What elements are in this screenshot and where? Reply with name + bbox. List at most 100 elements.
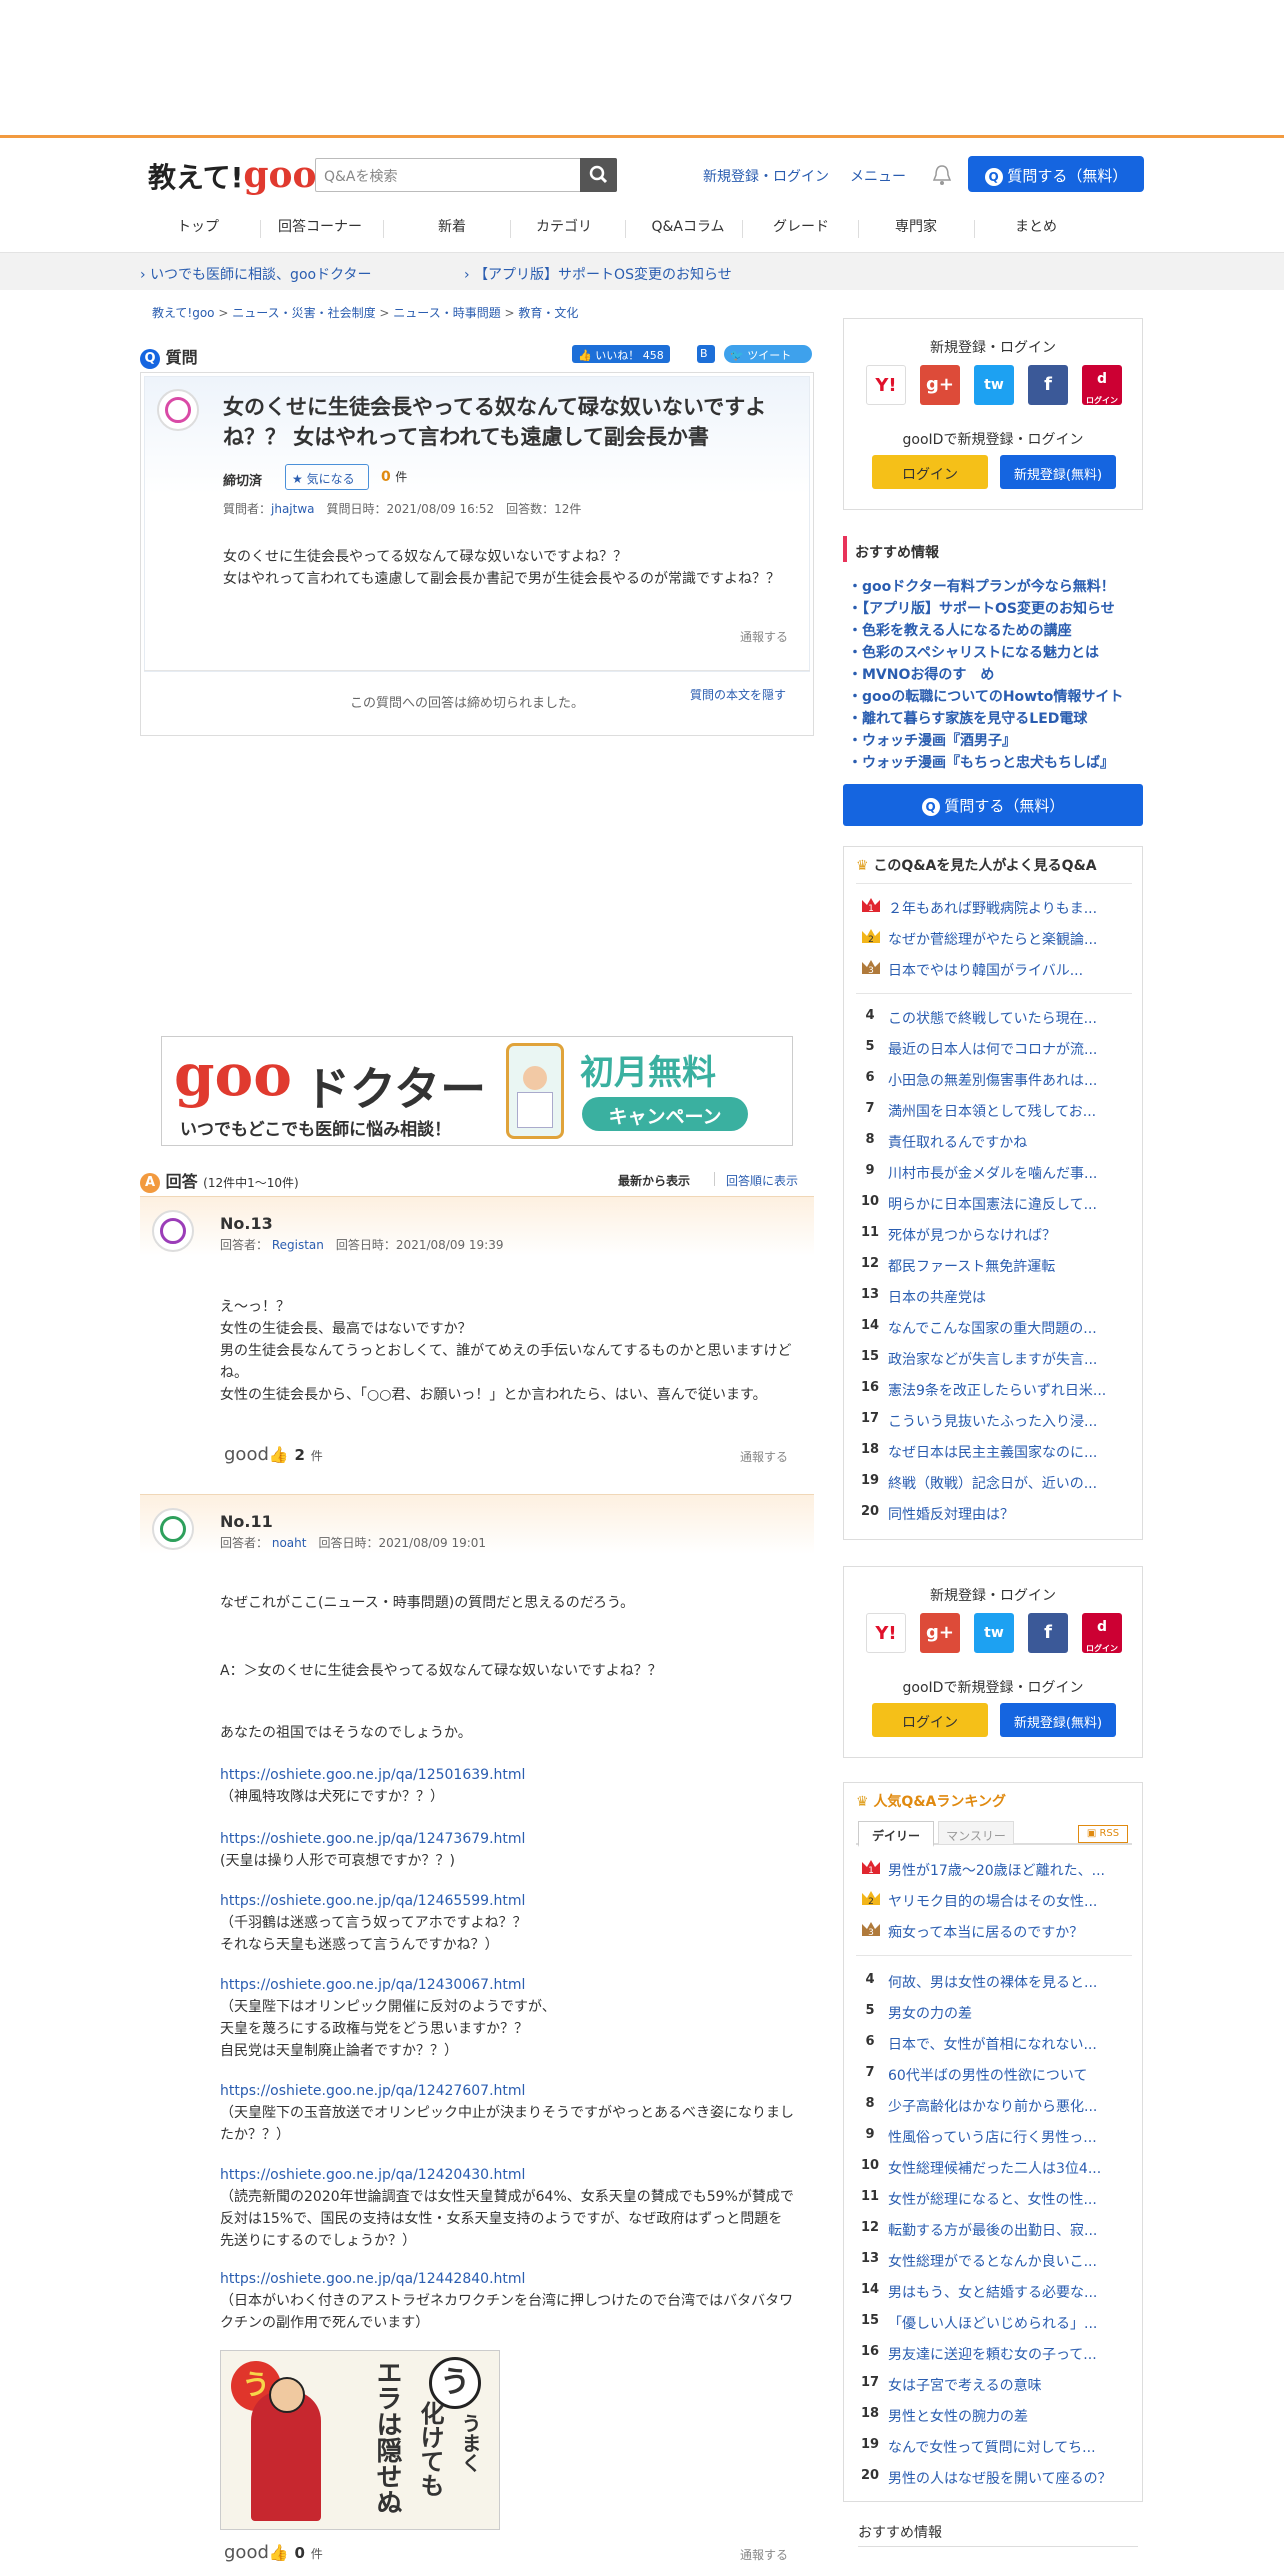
yahoo-login-icon[interactable]: Y! (866, 1613, 906, 1653)
ask-label: 質問する（無料） (1007, 167, 1128, 185)
avatar[interactable] (152, 1508, 194, 1550)
breadcrumb-item[interactable]: ニュース・災害・社会制度 (232, 306, 375, 320)
search-icon (589, 165, 608, 184)
google-plus-login-icon[interactable]: g+ (920, 1613, 960, 1653)
nav-item-new[interactable]: 新着 (394, 216, 510, 236)
answerer-link[interactable]: noaht (272, 1536, 307, 1550)
twitter-login-icon[interactable]: tw (974, 1613, 1014, 1653)
breadcrumb-item[interactable]: 教えて!goo (152, 306, 215, 320)
report-link[interactable]: 通報する (740, 1448, 788, 1465)
smile-face-icon (160, 1218, 186, 1244)
recommend-item[interactable]: ・色彩を教える人になるための講座 (848, 620, 1072, 640)
recommend-item[interactable]: ・離れて暮らす家族を見守るLED電球 (848, 708, 1087, 728)
menu-link[interactable]: メニュー (850, 166, 906, 186)
sort-oldest[interactable]: 回答順に表示 (726, 1172, 798, 1189)
qa-link[interactable]: https://oshiete.goo.ne.jp/qa/12427607.ht… (220, 2083, 525, 2099)
q-icon: Q (984, 167, 1003, 186)
qa-link[interactable]: https://oshiete.goo.ne.jp/qa/12465599.ht… (220, 1893, 525, 1909)
asker-link[interactable]: jhajtwa (271, 502, 315, 516)
nav-item-matome[interactable]: まとめ (978, 216, 1094, 236)
answer-link-block: https://oshiete.goo.ne.jp/qa/12420430.ht… (220, 2167, 794, 2249)
signup-login-link[interactable]: 新規登録・ログイン (703, 166, 829, 186)
breadcrumb-item[interactable]: ニュース・時事問題 (393, 306, 500, 320)
nav-item-answer-corner[interactable]: 回答コーナー (262, 216, 378, 236)
sort-newest[interactable]: 最新から表示 (618, 1172, 690, 1189)
yahoo-login-icon[interactable]: Y! (866, 365, 906, 405)
recommend-item[interactable]: ・MVNOお得のす め (848, 664, 994, 684)
tab-daily[interactable]: デイリー (858, 1821, 934, 1847)
rank3-crown-icon: 3 (862, 1922, 880, 1938)
signup-button[interactable]: 新規登録(無料) (1000, 455, 1116, 489)
gooid-text: gooIDで新規登録・ログイン (902, 432, 1084, 448)
docomo-login-icon[interactable]: d ログイン (1082, 365, 1122, 405)
qa-link[interactable]: https://oshiete.goo.ne.jp/qa/12501639.ht… (220, 1767, 525, 1783)
nav-divider (260, 220, 261, 238)
avatar[interactable] (157, 389, 199, 431)
divider (856, 1955, 1132, 1956)
ad-tagline: いつでもどこでも医師に悩み相談！ (180, 1120, 452, 1140)
answer-link-block: https://oshiete.goo.ne.jp/qa/12427607.ht… (220, 2083, 794, 2143)
good-button[interactable]: good👍 0 件 (224, 2542, 323, 2563)
recommend-item[interactable]: ・ウォッチ漫画『酒男子』 (848, 730, 1016, 750)
ad-promo: 初月無料 (580, 1053, 716, 1093)
ask-question-button[interactable]: Q 質問する（無料） (843, 784, 1143, 826)
svg-text:2: 2 (868, 935, 874, 945)
report-link[interactable]: 通報する (740, 2546, 788, 2563)
facebook-login-icon[interactable]: f (1028, 1613, 1068, 1653)
nav-item-grade[interactable]: グレード (743, 216, 859, 236)
bookmark-icon[interactable]: B (697, 345, 715, 363)
nav-item-expert[interactable]: 専門家 (858, 216, 974, 236)
login-button[interactable]: ログイン (872, 455, 988, 489)
answerer-link[interactable]: Registan (272, 1238, 324, 1252)
facebook-login-icon[interactable]: f (1028, 365, 1068, 405)
qa-link[interactable]: https://oshiete.goo.ne.jp/qa/12442840.ht… (220, 2271, 525, 2287)
notice-link-doctor[interactable]: › いつでも医師に相談、gooドクター (140, 264, 372, 284)
karuta-card-image: う う うまく 化けても エラは隠せぬ (220, 2350, 500, 2530)
ask-question-button[interactable]: Q 質問する（無料） (968, 156, 1144, 192)
qa-link[interactable]: https://oshiete.goo.ne.jp/qa/12420430.ht… (220, 2167, 525, 2183)
nav-divider (625, 220, 626, 238)
breadcrumb-item[interactable]: 教育・文化 (518, 306, 578, 320)
like-button[interactable]: 👍 いいね！ 458 (572, 345, 670, 363)
login-button[interactable]: ログイン (872, 1703, 988, 1737)
answer-number: No.13 (220, 1214, 273, 1233)
nav-item-category[interactable]: カテゴリ (506, 216, 622, 236)
recommend-item[interactable]: ・【アプリ版】サポートOS変更のお知らせ (848, 598, 1115, 618)
nav-item-top[interactable]: トップ (140, 216, 256, 236)
report-link[interactable]: 通報する (740, 628, 788, 645)
divider (856, 883, 1132, 884)
twitter-login-icon[interactable]: tw (974, 365, 1014, 405)
crown-icon: ♛ (856, 1794, 869, 1810)
svg-text:2: 2 (868, 1897, 874, 1907)
tweet-button[interactable]: 🐦 ツイート (724, 345, 812, 363)
answer-link-block: https://oshiete.goo.ne.jp/qa/12430067.ht… (220, 1977, 556, 2059)
hide-body-link[interactable]: 質問の本文を隠す (690, 686, 786, 703)
good-button[interactable]: good👍 2 件 (224, 1444, 323, 1465)
doctor-ad-banner[interactable]: goo ドクター いつでもどこでも医師に悩み相談！ 初月無料 キャンペーン (161, 1036, 793, 1146)
recommend-item[interactable]: ・gooの転職についてのHowto情報サイト (848, 686, 1123, 706)
docomo-login-icon[interactable]: d ログイン (1082, 1613, 1122, 1653)
watch-button[interactable]: ★ 気になる (285, 464, 369, 490)
logo-text: 教えて! (148, 161, 244, 194)
rss-button[interactable]: ▣ RSS (1078, 1825, 1128, 1843)
karuta-text-3: エラは隠せぬ (372, 2359, 402, 2515)
signup-button[interactable]: 新規登録(無料) (1000, 1703, 1116, 1737)
answer-number: No.11 (220, 1512, 273, 1531)
qa-link[interactable]: https://oshiete.goo.ne.jp/qa/12473679.ht… (220, 1831, 525, 1847)
google-plus-login-icon[interactable]: g+ (920, 365, 960, 405)
nav-item-qa-column[interactable]: Q&Aコラム (630, 216, 746, 236)
qa-link[interactable]: https://oshiete.goo.ne.jp/qa/12430067.ht… (220, 1977, 525, 1993)
logo-brand: goo (243, 154, 317, 196)
bell-icon[interactable] (932, 164, 952, 186)
recommend-item[interactable]: ・ウォッチ漫画『もちっと忠犬もちしば』 (848, 752, 1114, 772)
recommend-item[interactable]: ・色彩のスペシャリストになる魅力とは (848, 642, 1099, 662)
avatar[interactable] (152, 1210, 194, 1252)
site-logo[interactable]: 教えて!goo (148, 154, 317, 196)
search-button[interactable] (580, 158, 617, 192)
karuta-text-1: うまく (458, 2413, 482, 2473)
recommend-item[interactable]: ・gooドクター有料プランが今なら無料！ (848, 576, 1115, 596)
tab-monthly[interactable]: マンスリー (938, 1821, 1014, 1845)
search-input[interactable]: Q&Aを検索 (315, 158, 617, 192)
question-body: 女のくせに生徒会長やってる奴なんて碌な奴いないですよね？？ 女はやれって言われても… (223, 549, 781, 587)
notice-link-app[interactable]: › 【アプリ版】サポートOS変更のお知らせ (464, 264, 732, 284)
